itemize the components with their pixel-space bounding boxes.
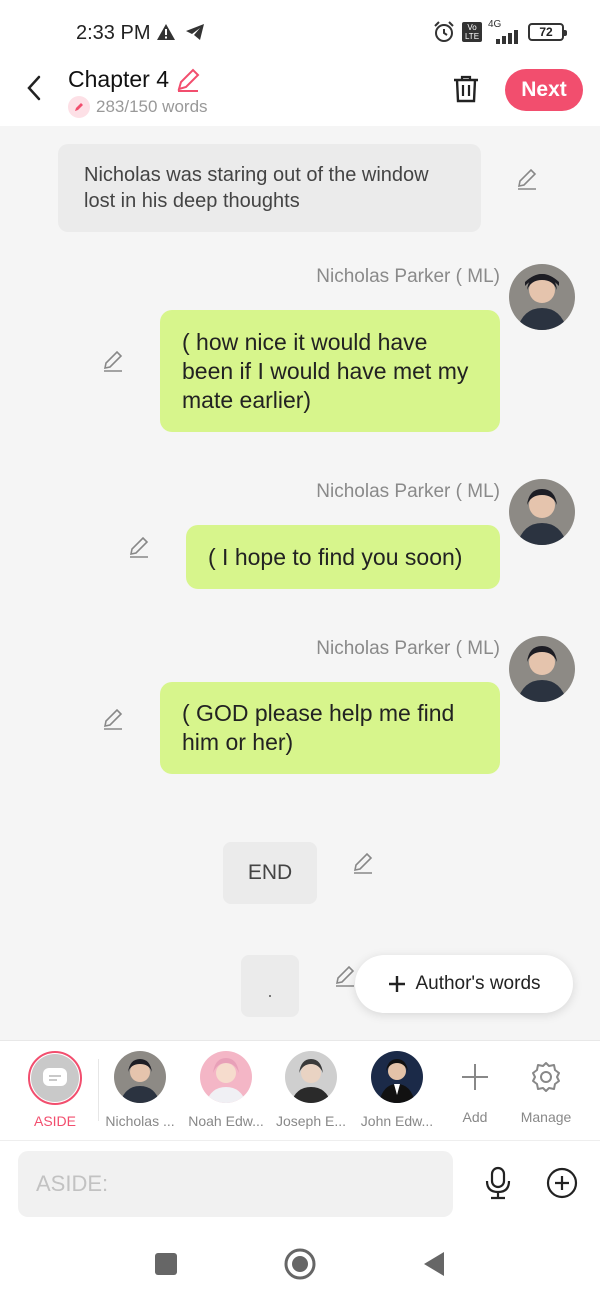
word-count: 283/150 words <box>96 97 208 116</box>
character-aside[interactable]: ASIDE <box>17 1051 93 1129</box>
alarm-icon <box>434 21 454 42</box>
avatar <box>114 1051 166 1103</box>
back-nav-button[interactable] <box>416 1246 452 1282</box>
divider <box>98 1059 99 1121</box>
authors-words-button[interactable]: Author's words <box>355 955 573 1013</box>
network-type: 4G <box>488 19 502 30</box>
character-label: ASIDE <box>33 1113 76 1129</box>
character-label: Nicholas ... <box>105 1113 175 1129</box>
status-right: Vo LTE 4G 72 <box>432 20 567 44</box>
speaker-name: Nicholas Parker ( ML) <box>316 266 500 287</box>
narration-block[interactable]: Nicholas was staring out of the window l… <box>58 144 481 232</box>
page-title: Chapter 4 <box>68 66 170 92</box>
edit-message-icon[interactable] <box>100 348 126 374</box>
gear-icon <box>520 1051 572 1103</box>
add-media-button[interactable] <box>545 1166 579 1200</box>
system-nav-bar <box>0 1228 600 1300</box>
character-label: Noah Edw... <box>188 1113 264 1129</box>
avatar <box>371 1051 423 1103</box>
aside-input[interactable] <box>18 1151 453 1217</box>
microphone-button[interactable] <box>482 1165 514 1201</box>
character-joseph[interactable]: Joseph E... <box>273 1051 349 1129</box>
add-character-button[interactable]: Add <box>437 1051 513 1125</box>
avatar <box>285 1051 337 1103</box>
message-bubble[interactable]: ( I hope to find you soon) <box>186 525 500 589</box>
aside-avatar <box>28 1051 82 1105</box>
next-button[interactable]: Next <box>505 69 583 111</box>
word-count-row: 283/150 words <box>68 96 208 118</box>
character-noah[interactable]: Noah Edw... <box>188 1051 264 1129</box>
avatar <box>200 1051 252 1103</box>
character-label: Joseph E... <box>275 1113 347 1129</box>
edit-title-icon[interactable] <box>175 67 201 93</box>
back-button[interactable] <box>18 72 50 104</box>
character-label: John Edw... <box>360 1113 434 1129</box>
volte-icon: Vo LTE <box>462 22 482 42</box>
character-bar: ASIDE Nicholas ... Noah Edw... Joseph E.… <box>0 1040 600 1140</box>
message-bubble[interactable]: ( GOD please help me find him or her) <box>160 682 500 774</box>
edit-message-icon[interactable] <box>100 706 126 732</box>
input-area <box>0 1140 600 1228</box>
dot-block[interactable]: . <box>241 955 299 1017</box>
status-left-icons <box>156 22 206 42</box>
plus-circle-icon <box>546 1167 578 1199</box>
end-block[interactable]: END <box>223 842 317 904</box>
avatar[interactable] <box>509 479 575 545</box>
character-john[interactable]: John Edw... <box>359 1051 435 1129</box>
manage-characters-button[interactable]: Manage <box>508 1051 584 1125</box>
home-circle-icon <box>284 1248 316 1280</box>
speaker-name: Nicholas Parker ( ML) <box>316 481 500 502</box>
status-time: 2:33 PM <box>76 22 151 44</box>
battery-icon: 72 <box>528 23 567 41</box>
trash-icon <box>454 75 478 103</box>
avatar[interactable] <box>509 264 575 330</box>
warning-icon <box>157 24 175 40</box>
delete-button[interactable] <box>450 72 482 106</box>
character-nicholas[interactable]: Nicholas ... <box>102 1051 178 1129</box>
edit-message-icon[interactable] <box>126 534 152 560</box>
speaker-name: Nicholas Parker ( ML) <box>316 638 500 659</box>
status-bar: 2:33 PM Vo LTE 4G 72 <box>0 0 600 62</box>
edit-narration-icon[interactable] <box>514 166 540 192</box>
plus-icon <box>449 1051 501 1103</box>
battery-level: 72 <box>539 25 553 39</box>
authors-words-label: Author's words <box>415 973 541 994</box>
pen-icon <box>68 96 90 118</box>
telegram-icon <box>186 24 204 40</box>
square-icon <box>155 1253 177 1275</box>
signal-icon: 4G <box>488 20 522 44</box>
chat-bubble-icon <box>43 1068 67 1086</box>
manage-label: Manage <box>520 1109 572 1125</box>
home-button[interactable] <box>282 1246 318 1282</box>
microphone-icon <box>485 1166 511 1200</box>
avatar[interactable] <box>509 636 575 702</box>
message-bubble[interactable]: ( how nice it would have been if I would… <box>160 310 500 432</box>
triangle-back-icon <box>424 1252 444 1276</box>
plus-icon <box>389 976 406 992</box>
chapter-title-row[interactable]: Chapter 4 <box>68 66 201 93</box>
header: Chapter 4 283/150 words Next <box>0 62 600 126</box>
edit-end-icon[interactable] <box>350 850 376 876</box>
add-label: Add <box>462 1109 488 1125</box>
recents-button[interactable] <box>148 1246 184 1282</box>
chevron-left-icon <box>27 75 41 101</box>
